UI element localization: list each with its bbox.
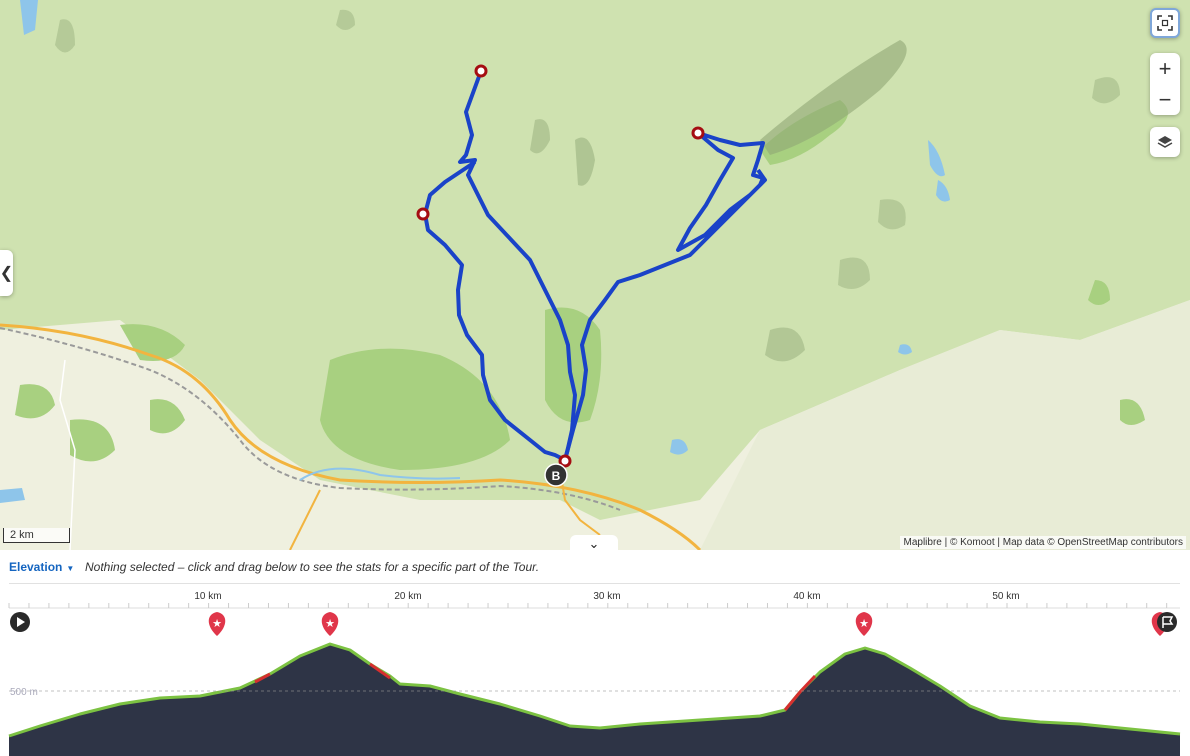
y-axis-label: 500 m: [10, 687, 38, 698]
elevation-dropdown-label: Elevation: [9, 560, 63, 574]
map-terrain: B: [0, 0, 1190, 550]
waypoint-marker[interactable]: [558, 454, 572, 468]
zoom-in-button[interactable]: +: [1150, 53, 1180, 84]
caret-down-icon: ▼: [66, 564, 75, 573]
elevation-profile-chart[interactable]: 10 km 20 km 30 km 40 km 50 km 500 m ★ ★ …: [0, 586, 1190, 756]
waypoint-marker[interactable]: [691, 126, 705, 140]
highlight-marker[interactable]: ★: [321, 612, 339, 636]
x-tick-label: 50 km: [992, 591, 1019, 602]
chevron-left-icon: ❮: [0, 265, 14, 282]
x-tick-label: 20 km: [394, 591, 421, 602]
zoom-out-button[interactable]: −: [1150, 84, 1180, 115]
fullscreen-icon: [1157, 15, 1173, 31]
finish-marker[interactable]: [1151, 612, 1177, 636]
collapse-sidebar-button[interactable]: ❮: [0, 250, 13, 296]
start-marker[interactable]: [10, 612, 30, 632]
star-marker-icon: ★: [212, 617, 222, 630]
waypoint-marker[interactable]: [416, 207, 430, 221]
highlight-marker[interactable]: ★: [208, 612, 226, 636]
map-view[interactable]: B + − ❮ 2 km Maplibre | © Komoot | Map d…: [0, 0, 1190, 550]
expand-panel-button[interactable]: ⌄: [570, 535, 618, 550]
end-marker-label: B: [552, 469, 561, 483]
zoom-controls: + −: [1150, 53, 1180, 115]
x-tick-label: 40 km: [793, 591, 820, 602]
chevron-down-icon: ⌄: [588, 536, 600, 550]
selection-hint: Nothing selected – click and drag below …: [85, 560, 540, 574]
fullscreen-button[interactable]: [1150, 8, 1180, 38]
divider: [9, 583, 1180, 584]
map-attribution[interactable]: Maplibre | © Komoot | Map data © OpenStr…: [900, 536, 1186, 549]
layers-icon: [1157, 136, 1173, 148]
elevation-panel: Elevation ▼ Nothing selected – click and …: [0, 550, 1190, 756]
x-axis-minor-ticks: [8, 603, 1168, 608]
star-marker-icon: ★: [859, 617, 869, 630]
waypoint-marker[interactable]: [474, 64, 488, 78]
highlight-marker[interactable]: ★: [855, 612, 873, 636]
elevation-dropdown[interactable]: Elevation ▼: [9, 560, 74, 574]
elevation-area: [9, 644, 1180, 756]
x-tick-label: 10 km: [194, 591, 221, 602]
layers-button[interactable]: [1150, 127, 1180, 157]
x-tick-label: 30 km: [593, 591, 620, 602]
scale-bar: 2 km: [3, 528, 70, 543]
star-marker-icon: ★: [325, 617, 335, 630]
